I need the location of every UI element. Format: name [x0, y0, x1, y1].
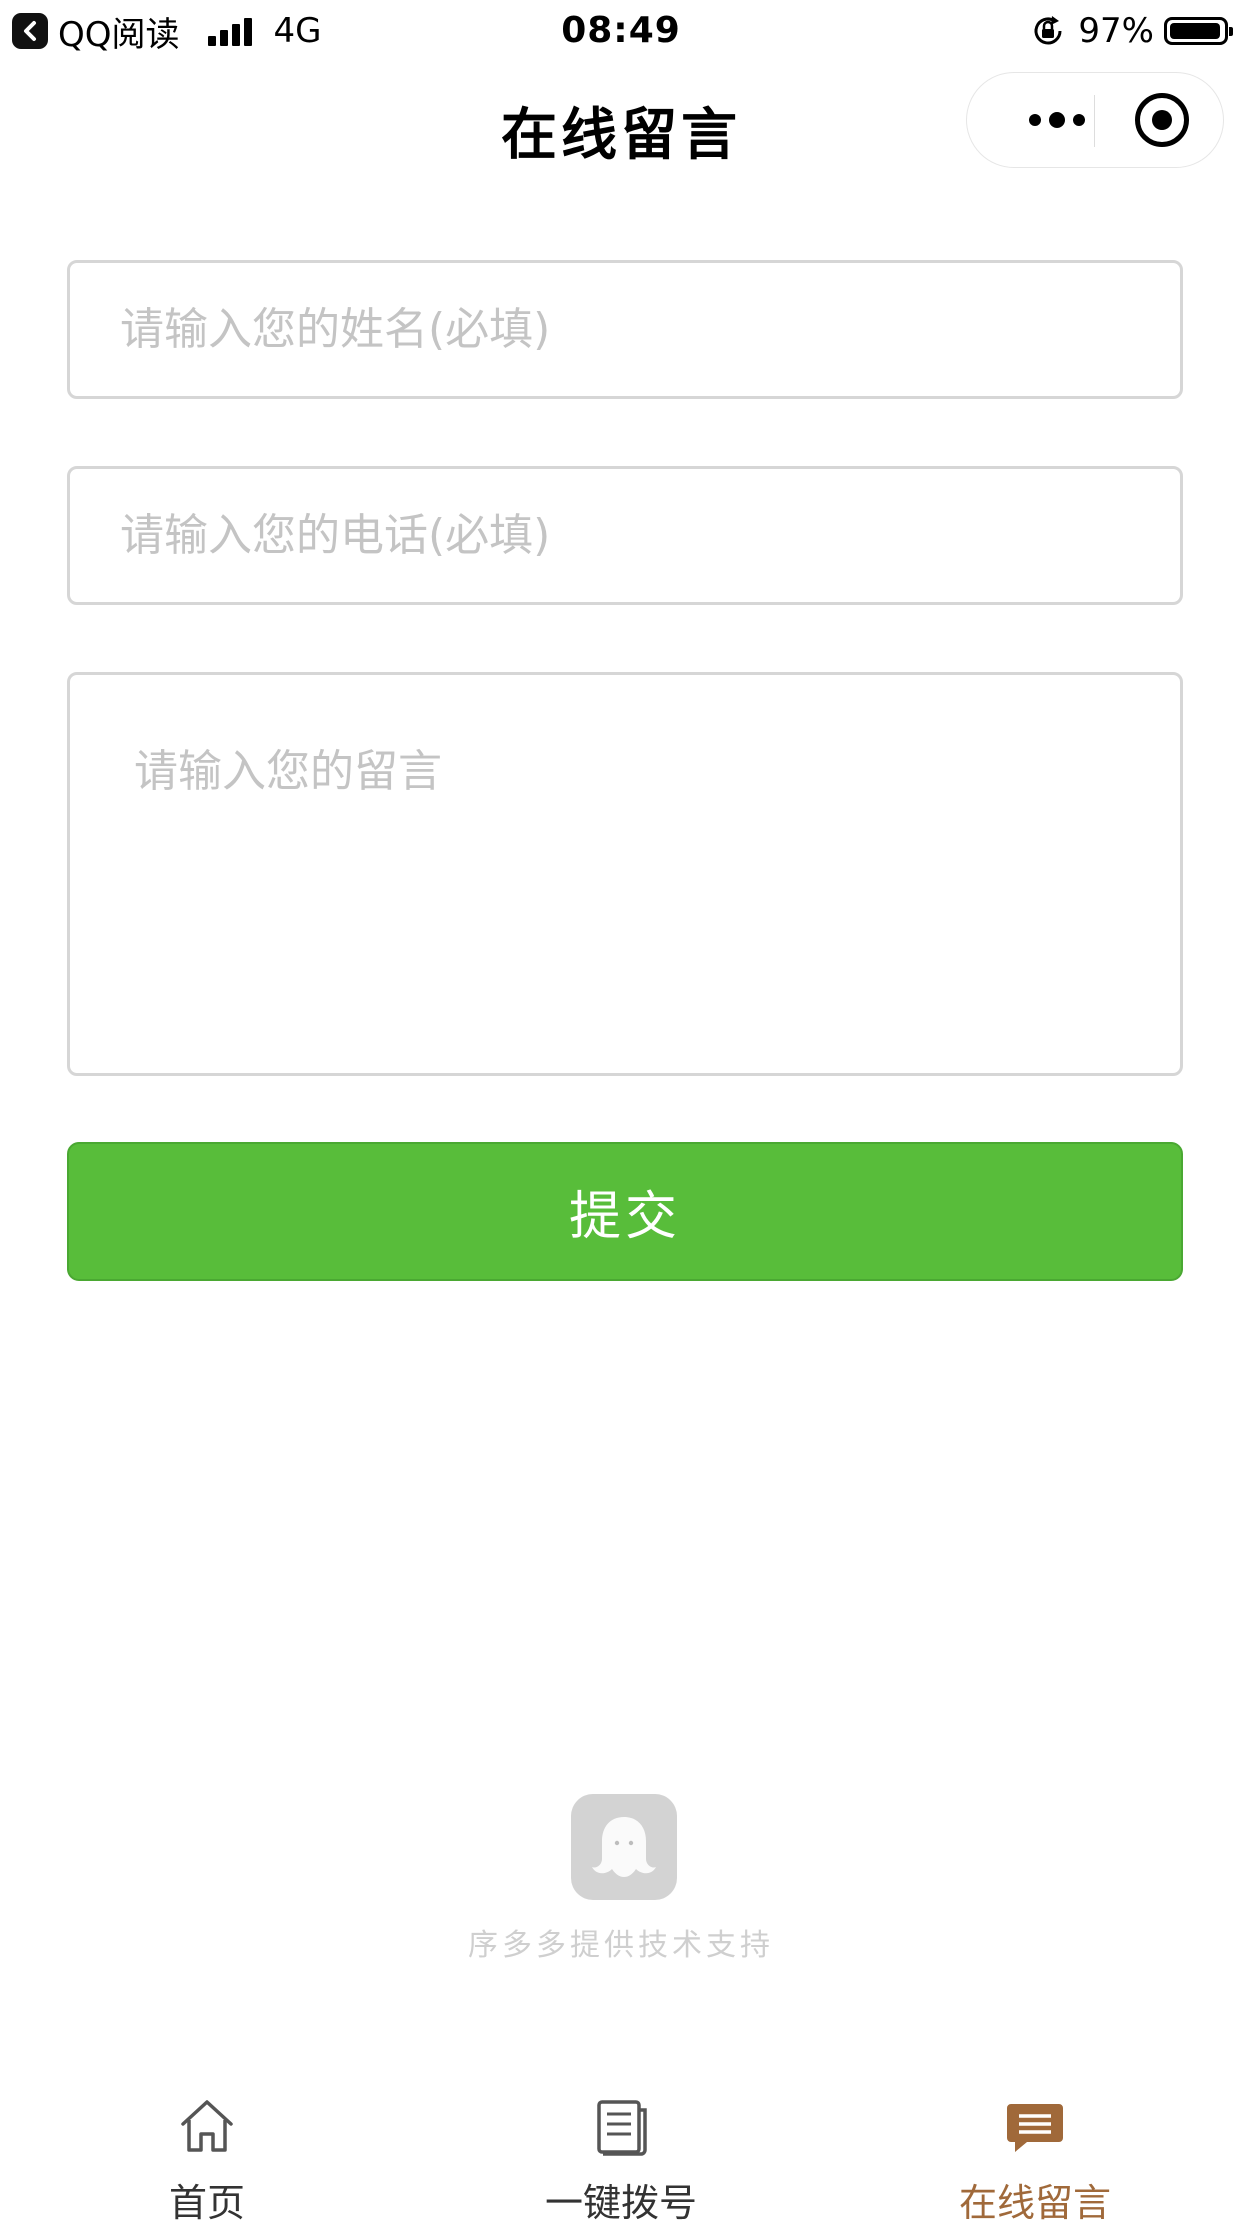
navigation-bar: 在线留言: [0, 62, 1242, 182]
target-dot-icon: [1152, 110, 1172, 130]
name-input[interactable]: [67, 260, 1183, 399]
tab-home[interactable]: 首页: [0, 2080, 414, 2225]
message-icon: [1007, 2104, 1063, 2152]
capsule-divider: [1094, 95, 1095, 147]
status-bar-right: 97%: [1030, 10, 1233, 52]
tab-bar: 首页 一键拨号 在线留言: [0, 2080, 1242, 2225]
dot-icon: [1073, 114, 1085, 126]
octopus-logo-icon: [592, 1817, 656, 1877]
message-textarea[interactable]: [67, 672, 1183, 1076]
tab-message[interactable]: 在线留言: [828, 2080, 1242, 2225]
battery-icon: [1164, 17, 1233, 45]
tech-support-text: 序多多提供技术支持: [468, 1928, 774, 1963]
dot-icon: [1049, 112, 1065, 128]
tab-call[interactable]: 一键拨号: [414, 2080, 828, 2225]
menu-capsule: [966, 72, 1224, 168]
battery-fill: [1170, 23, 1221, 39]
phone-input[interactable]: [67, 466, 1183, 605]
tab-call-label: 一键拨号: [544, 2181, 697, 2225]
battery-percent: 97%: [1078, 11, 1154, 51]
document-icon: [597, 2100, 647, 2156]
rotation-lock-icon: [1034, 16, 1062, 45]
support-logo: [571, 1794, 677, 1900]
close-miniprogram-button[interactable]: [1135, 93, 1189, 147]
home-icon: [181, 2100, 233, 2152]
more-options-button[interactable]: [1007, 73, 1107, 167]
dot-icon: [1029, 114, 1041, 126]
tab-message-label: 在线留言: [958, 2181, 1111, 2225]
tab-home-label: 首页: [168, 2181, 245, 2225]
status-bar: QQ阅读 4G 08:49 97%: [0, 0, 1242, 62]
submit-button[interactable]: 提交: [67, 1142, 1183, 1281]
